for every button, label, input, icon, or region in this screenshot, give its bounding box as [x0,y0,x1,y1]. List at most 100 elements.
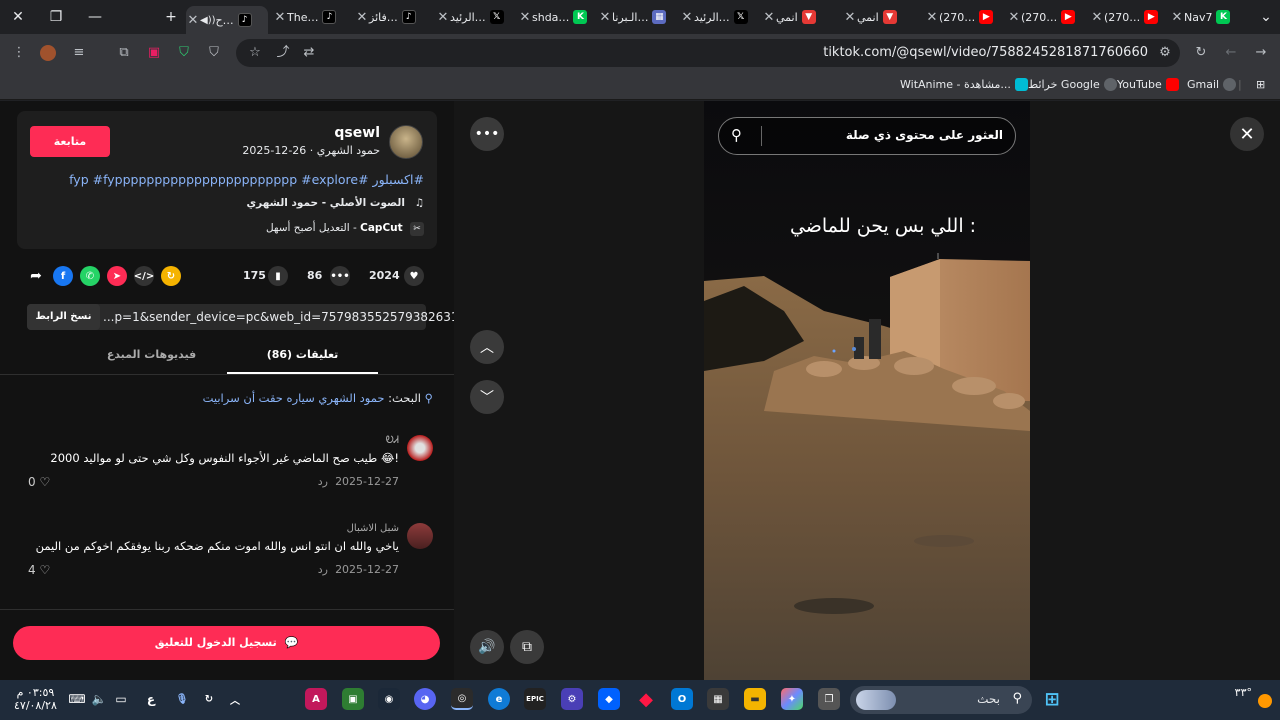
windows-start-icon[interactable]: ⊞ [1041,688,1063,710]
avatar[interactable] [407,435,433,461]
file-explorer-icon[interactable]: ▬ [744,688,766,710]
app-icon[interactable]: ⚙ [561,688,583,710]
discord-icon[interactable]: ◕ [414,688,436,710]
search-icon[interactable]: ⚲ [731,126,742,144]
task-view-icon[interactable]: ❐ [818,688,840,710]
epic-games-icon[interactable]: EPIC [524,688,546,710]
sync-icon[interactable]: ↻ [198,688,220,710]
media-controls-icon[interactable]: ≡ [70,44,88,62]
app-red-icon[interactable]: ◆ [635,688,657,710]
extensions-icon[interactable]: ⧉ [115,44,133,62]
tab-comments[interactable]: تعليقات (86) [227,348,378,361]
close-tab-icon[interactable]: ✕ [680,10,694,25]
close-tab-icon[interactable]: ✕ [1170,10,1184,25]
tab-item[interactable]: ✕ (270… ▶ [1090,6,1166,28]
close-tab-icon[interactable]: ✕ [762,10,776,25]
dropbox-icon[interactable]: ◆ [598,688,620,710]
tab-item[interactable]: ✕ فائز… ♪ [355,6,431,28]
edge-icon[interactable]: e [488,688,510,710]
comment-like[interactable]: 4 ♡ [28,563,50,577]
close-tab-icon[interactable]: ✕ [518,10,532,25]
tab-item[interactable]: ✕ (270… ▶ [925,6,1003,28]
avatar[interactable] [389,125,423,159]
tab-search-icon[interactable]: ⌄ [1256,8,1276,26]
copy-link-button[interactable]: نسخ الرابط [27,304,100,330]
tab-active[interactable]: ✕ ◀)) ح… ♪ [186,6,268,34]
affinity-icon[interactable]: A [305,688,327,710]
new-tab-button[interactable]: + [161,8,181,26]
avatar[interactable] [407,523,433,549]
chevron-up-icon[interactable]: ︿ [224,688,246,710]
more-options-icon[interactable]: ••• [470,117,504,151]
address-bar[interactable]: ☆ ⤴ ⇄ tiktok.com/@qsewl/video/7588245281… [236,39,1180,67]
related-search[interactable]: البحث: حمود الشهري سياره حقت أن سرابيت ⚲ [203,391,433,405]
repost-icon[interactable]: ↻ [161,266,181,286]
forward-icon[interactable]: ← [1222,44,1240,62]
tab-item[interactable]: ✕ shda… K [518,6,592,28]
extension-icon[interactable]: ▣ [145,44,163,62]
whatsapp-icon[interactable]: ✆ [80,266,100,286]
video-player[interactable]: العثور على محتوى ذي صلة ⚲ اللي بس يحن لل… [704,101,1030,680]
restore-window-icon[interactable]: ❐ [46,8,66,26]
battery-icon[interactable]: ▭ [110,688,132,710]
hashtags[interactable]: #اكسبلور #fyp #fyppppppppppppppppppppppp… [69,172,424,187]
network-icon[interactable]: ⌨ [66,688,88,710]
tab-item[interactable]: ✕ الـبرنا… ▦ [598,6,672,28]
next-video-icon[interactable]: ﹀ [470,380,504,414]
profile-avatar[interactable] [40,45,56,61]
close-tab-icon[interactable]: ✕ [598,10,612,25]
sound-row[interactable]: الصوت الأصلي - حمود الشهري ♫ [247,197,424,209]
tab-item[interactable]: ✕ The… ♪ [273,6,349,28]
close-tab-icon[interactable]: ✕ [273,10,287,25]
weather-temperature[interactable]: ٣٣° [1235,686,1252,699]
games-icon[interactable]: ▣ [342,688,364,710]
back-icon[interactable]: → [1252,44,1270,62]
close-tab-icon[interactable]: ✕ [186,13,200,28]
facebook-icon[interactable]: f [53,266,73,286]
shield-outline-icon[interactable]: ⛉ [205,44,223,62]
bookmark-gmail[interactable]: Gmail [1187,78,1237,91]
close-icon[interactable]: ✕ [1230,117,1264,151]
close-tab-icon[interactable]: ✕ [1007,10,1021,25]
login-to-comment-button[interactable]: تسجيل الدخول للتعليق 💬 [13,626,440,660]
share-icon[interactable]: ⤴ [274,44,292,62]
minimize-window-icon[interactable]: — [85,8,105,26]
share-arrow-icon[interactable]: ➦ [26,266,46,286]
comment-author[interactable]: ᎧᏗ [386,435,399,446]
taskbar-search[interactable]: بحث ⚲ [850,686,1032,714]
bookmark-star-icon[interactable]: ☆ [246,44,264,62]
translate-icon[interactable]: ⇄ [300,44,318,62]
close-tab-icon[interactable]: ✕ [1090,10,1104,25]
reload-icon[interactable]: ↻ [1192,44,1210,62]
outlook-icon[interactable]: O [671,688,693,710]
close-tab-icon[interactable]: ✕ [843,10,857,25]
reply-button[interactable]: رد [318,563,328,576]
embed-icon[interactable]: </> [134,266,154,286]
weather-icon[interactable] [1258,694,1272,708]
reply-button[interactable]: رد [318,475,328,488]
steam-icon[interactable]: ◉ [378,688,400,710]
chrome-icon[interactable]: ◎ [451,688,473,710]
volume-icon[interactable]: 🔊 [470,630,504,664]
tab-item[interactable]: ✕ انمي ▼ [762,6,836,28]
send-icon[interactable]: ➤ [107,266,127,286]
bookmark-icon[interactable]: ▮ [268,266,288,286]
menu-icon[interactable]: ⋮ [10,44,28,62]
like-icon[interactable]: ♥ [404,266,424,286]
username[interactable]: qsewl [334,125,380,141]
close-tab-icon[interactable]: ✕ [925,10,939,25]
site-settings-icon[interactable]: ⚙ [1156,44,1174,62]
close-tab-icon[interactable]: ✕ [355,10,369,25]
pip-icon[interactable]: ⧉ [510,630,544,664]
clock[interactable]: ٠٣:٥٩ م ٤٧/٠٨/٢٨ [14,686,57,712]
input-language[interactable]: ع [140,688,162,710]
copilot-icon[interactable]: ✦ [781,688,803,710]
comment-like[interactable]: 0 ♡ [28,475,50,489]
close-window-icon[interactable]: ✕ [8,8,28,26]
shield-icon[interactable]: ⛉ [175,44,193,62]
bookmark-witanime[interactable]: WitAnime - مشاهدة... [900,78,1028,91]
close-tab-icon[interactable]: ✕ [436,10,450,25]
search-query[interactable]: حمود الشهري سياره حقت أن سرابيت [203,391,385,405]
tab-item[interactable]: ✕ انمي ▼ [843,6,919,28]
video-search-box[interactable]: العثور على محتوى ذي صلة ⚲ [718,117,1016,155]
